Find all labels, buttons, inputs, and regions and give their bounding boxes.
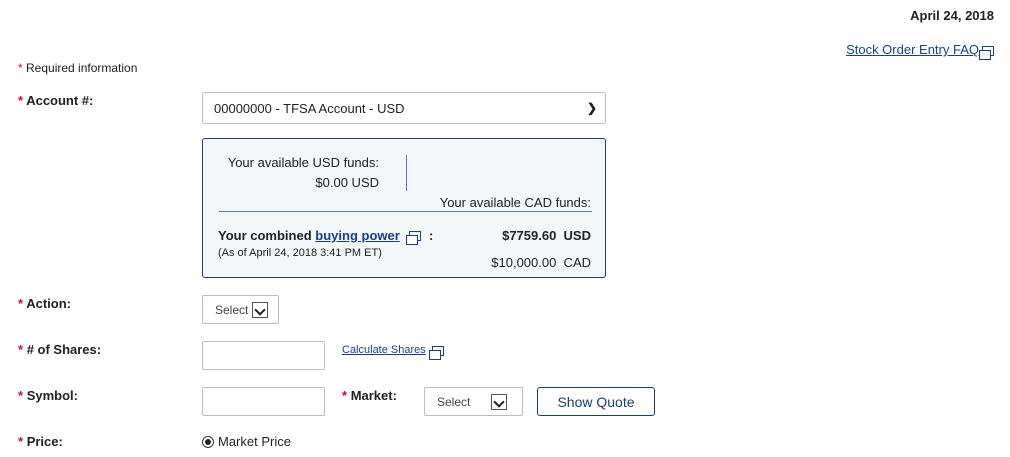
- price-label-text: Price:: [26, 434, 63, 449]
- market-select-value: Select: [437, 394, 471, 409]
- popup-window-icon[interactable]: [406, 231, 422, 245]
- combined-suffix: :: [429, 228, 434, 243]
- stock-order-faq-link[interactable]: Stock Order Entry FAQ: [846, 42, 994, 60]
- symbol-input[interactable]: [202, 387, 325, 416]
- calculate-shares-label[interactable]: Calculate Shares: [342, 344, 426, 356]
- price-label: * Price:: [18, 434, 63, 449]
- available-funds-panel: Your available USD funds: $0.00 USD Your…: [202, 138, 606, 278]
- combined-buying-power-value: $7759.60 USD: [502, 228, 591, 243]
- buying-power-link[interactable]: buying power: [315, 228, 400, 243]
- dropdown-arrow-icon[interactable]: [491, 393, 507, 410]
- account-label-text: Account #:: [26, 93, 94, 108]
- usd-funds: Your available USD funds: $0.00 USD: [228, 153, 379, 193]
- show-quote-button[interactable]: Show Quote: [537, 387, 655, 416]
- faq-link-label[interactable]: Stock Order Entry FAQ: [846, 42, 979, 57]
- market-label-text: Market:: [350, 388, 397, 403]
- combined-buying-power-label: Your combined buying power :: [218, 228, 434, 245]
- market-price-label: Market Price: [218, 434, 291, 449]
- account-selected-value: 00000000 - TFSA Account - USD: [214, 100, 405, 116]
- required-marker: *: [342, 388, 348, 403]
- funds-divider-vertical: [406, 155, 407, 191]
- market-label: * Market:: [342, 388, 397, 403]
- price-market-option[interactable]: Market Price: [202, 434, 291, 449]
- funds-as-of-timestamp: (As of April 24, 2018 3:41 PM ET): [218, 247, 382, 259]
- required-information-note: * Required information: [18, 61, 137, 75]
- action-select-value: Select: [215, 302, 249, 317]
- required-marker: *: [18, 93, 24, 108]
- usd-funds-value: $0.00 USD: [315, 175, 379, 190]
- required-marker: *: [18, 61, 23, 75]
- calculate-shares-link[interactable]: Calculate Shares: [342, 344, 444, 360]
- required-marker: *: [18, 388, 24, 403]
- shares-label: * # of Shares:: [18, 342, 101, 357]
- account-select[interactable]: 00000000 - TFSA Account - USD ❯: [202, 92, 606, 124]
- popup-window-icon[interactable]: [979, 45, 994, 60]
- order-date: April 24, 2018: [910, 8, 994, 23]
- combined-prefix: Your combined: [218, 228, 312, 243]
- required-information-text: Required information: [26, 61, 138, 75]
- cad-funds-value: $10,000.00 CAD: [491, 255, 591, 270]
- chevron-down-icon[interactable]: ❯: [587, 101, 597, 115]
- shares-input[interactable]: [202, 341, 325, 370]
- required-marker: *: [18, 296, 24, 311]
- market-price-radio[interactable]: [202, 435, 214, 448]
- dropdown-arrow-icon[interactable]: [252, 301, 269, 318]
- action-label: * Action:: [18, 296, 71, 311]
- symbol-label: * Symbol:: [18, 388, 78, 403]
- popup-window-icon[interactable]: [428, 346, 444, 360]
- required-marker: *: [18, 342, 24, 357]
- account-label: * Account #:: [18, 93, 93, 108]
- market-select[interactable]: Select: [424, 387, 523, 416]
- cad-funds-label: Your available CAD funds:: [439, 195, 591, 210]
- action-select[interactable]: Select: [202, 295, 279, 324]
- funds-divider-horizontal: [219, 211, 592, 212]
- action-label-text: Action:: [26, 296, 71, 311]
- required-marker: *: [18, 434, 24, 449]
- shares-label-text: # of Shares:: [26, 342, 102, 357]
- symbol-label-text: Symbol:: [26, 388, 78, 403]
- usd-funds-label: Your available USD funds:: [227, 155, 379, 170]
